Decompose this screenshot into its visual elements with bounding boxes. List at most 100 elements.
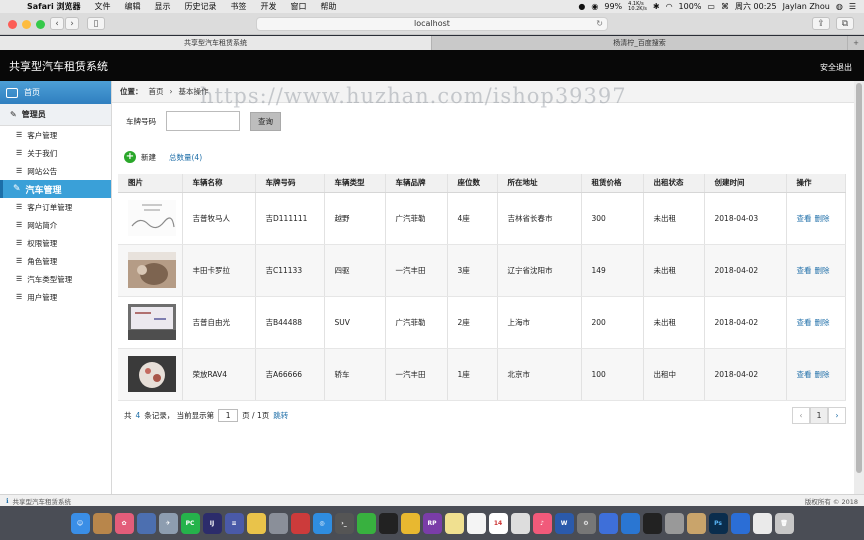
delete-link[interactable]: 删除: [815, 266, 830, 275]
textedit-icon[interactable]: [686, 512, 706, 534]
car-thumbnail[interactable]: [128, 252, 176, 288]
battery-icon[interactable]: ▭: [707, 2, 715, 11]
menu-view[interactable]: 显示: [148, 1, 178, 12]
new-button[interactable]: 新建: [141, 152, 156, 163]
sidebar-item-car-types[interactable]: ☰ 汽车类型管理: [0, 270, 111, 288]
search-button[interactable]: 查询: [250, 111, 281, 131]
delete-link[interactable]: 删除: [815, 214, 830, 223]
car-thumbnail[interactable]: [128, 304, 176, 340]
add-icon[interactable]: +: [124, 151, 136, 163]
sidebar-item-customers[interactable]: ☰ 客户管理: [0, 126, 111, 144]
view-link[interactable]: 查看: [797, 214, 812, 223]
clock[interactable]: 周六 00:25: [735, 1, 777, 12]
teamviewer-icon[interactable]: [620, 512, 640, 534]
intellij-icon[interactable]: IJ: [202, 512, 222, 534]
baidu-netdisk-icon[interactable]: [598, 512, 618, 534]
finder-icon[interactable]: ☺: [70, 512, 90, 534]
sidebar-section-car-management[interactable]: ✎ 汽车管理: [0, 180, 111, 198]
edge-icon[interactable]: [730, 512, 750, 534]
next-page-button[interactable]: ›: [828, 407, 846, 424]
menu-history[interactable]: 历史记录: [178, 1, 224, 12]
sidebar-item-about[interactable]: ☰ 关于我们: [0, 144, 111, 162]
page-scrollbar[interactable]: [854, 81, 864, 494]
menu-bookmarks[interactable]: 书签: [224, 1, 254, 12]
breadcrumb-home[interactable]: 首页: [149, 86, 164, 97]
contacts-icon[interactable]: [510, 512, 530, 534]
delete-link[interactable]: 删除: [815, 370, 830, 379]
total-count[interactable]: 总数量(4): [169, 152, 202, 163]
photos-icon[interactable]: ✿: [114, 512, 134, 534]
sequel-pro-icon[interactable]: [268, 512, 288, 534]
system-preferences-icon[interactable]: ⚙: [576, 512, 596, 534]
sidebar-admin-header[interactable]: ✎ 管理员: [0, 104, 111, 126]
tab-car-rental[interactable]: 共享型汽车租赁系统: [0, 36, 432, 50]
delete-link[interactable]: 删除: [815, 318, 830, 327]
menu-develop[interactable]: 开发: [254, 1, 284, 12]
sidebar-item-permissions[interactable]: ☰ 权限管理: [0, 234, 111, 252]
view-link[interactable]: 查看: [797, 318, 812, 327]
reload-icon[interactable]: ↻: [596, 18, 603, 30]
tabs-overview-icon[interactable]: ⧉: [836, 17, 854, 30]
sidebar-item-site-intro[interactable]: ☰ 网站简介: [0, 216, 111, 234]
wechat-icon[interactable]: ◉: [591, 2, 598, 11]
forward-button[interactable]: ›: [65, 17, 79, 30]
launchpad-icon[interactable]: ✈: [158, 512, 178, 534]
close-window-icon[interactable]: [8, 20, 17, 29]
prev-page-button[interactable]: ‹: [792, 407, 810, 424]
new-tab-button[interactable]: +: [848, 36, 864, 50]
user-name[interactable]: Jaylan Zhou: [783, 2, 830, 11]
cyberduck-icon[interactable]: [246, 512, 266, 534]
photoshop-icon[interactable]: Ps: [708, 512, 728, 534]
minimize-window-icon[interactable]: [22, 20, 31, 29]
address-bar[interactable]: localhost ↻: [256, 17, 608, 31]
car-thumbnail[interactable]: [128, 200, 176, 236]
view-link[interactable]: 查看: [797, 370, 812, 379]
menu-app-name[interactable]: Safari 浏览器: [20, 1, 88, 12]
scrollbar-thumb[interactable]: [856, 83, 862, 473]
bluetooth-icon[interactable]: ✱: [653, 2, 660, 11]
jump-link[interactable]: 跳转: [273, 410, 288, 421]
car-thumbnail[interactable]: [128, 356, 176, 392]
sidebar-item-users[interactable]: ☰ 用户管理: [0, 288, 111, 306]
document-icon[interactable]: [752, 512, 772, 534]
sidebar-home[interactable]: 首页: [0, 81, 111, 104]
siri-icon[interactable]: ◍: [836, 2, 843, 11]
zoom-window-icon[interactable]: [36, 20, 45, 29]
sidebar-item-roles[interactable]: ☰ 角色管理: [0, 252, 111, 270]
plate-search-input[interactable]: [166, 111, 240, 131]
menu-window[interactable]: 窗口: [284, 1, 314, 12]
qq-dock-icon[interactable]: [378, 512, 398, 534]
sidebar-toggle-icon[interactable]: ▯: [87, 17, 105, 30]
wechat-dock-icon[interactable]: [356, 512, 376, 534]
logout-link[interactable]: 安全退出: [820, 62, 852, 73]
safari-icon[interactable]: ◎: [312, 512, 332, 534]
sidebar-item-orders[interactable]: ☰ 客户订单管理: [0, 198, 111, 216]
chrome-icon[interactable]: [400, 512, 420, 534]
pycharm-icon[interactable]: PC: [180, 512, 200, 534]
trash-icon[interactable]: 🗑: [774, 512, 794, 534]
menu-edit[interactable]: 编辑: [118, 1, 148, 12]
notification-icon[interactable]: ☰: [849, 2, 856, 11]
stickies-icon[interactable]: [444, 512, 464, 534]
reminders-icon[interactable]: [466, 512, 486, 534]
wifi-icon[interactable]: ◠: [666, 2, 673, 11]
sidebar-item-notice[interactable]: ☰ 网站公告: [0, 162, 111, 180]
music-icon[interactable]: ♪: [532, 512, 552, 534]
qq-music-icon[interactable]: [642, 512, 662, 534]
cpu-percent[interactable]: 99%: [604, 2, 622, 11]
word-icon[interactable]: W: [554, 512, 574, 534]
preview-icon[interactable]: [136, 512, 156, 534]
visual-studio-icon[interactable]: ≡: [224, 512, 244, 534]
axure-icon[interactable]: RP: [422, 512, 442, 534]
tab-baidu-search[interactable]: 杨清柠_百度搜索: [432, 36, 848, 50]
menu-help[interactable]: 帮助: [314, 1, 344, 12]
filezilla-icon[interactable]: [290, 512, 310, 534]
menu-file[interactable]: 文件: [88, 1, 118, 12]
back-button[interactable]: ‹: [50, 17, 64, 30]
terminal-icon[interactable]: ›_: [334, 512, 354, 534]
share-icon[interactable]: ⇪: [812, 17, 830, 30]
notes-app-icon[interactable]: [92, 512, 112, 534]
script-editor-icon[interactable]: [664, 512, 684, 534]
input-source-icon[interactable]: ⌘: [721, 2, 729, 11]
qq-icon[interactable]: ●: [578, 2, 585, 11]
